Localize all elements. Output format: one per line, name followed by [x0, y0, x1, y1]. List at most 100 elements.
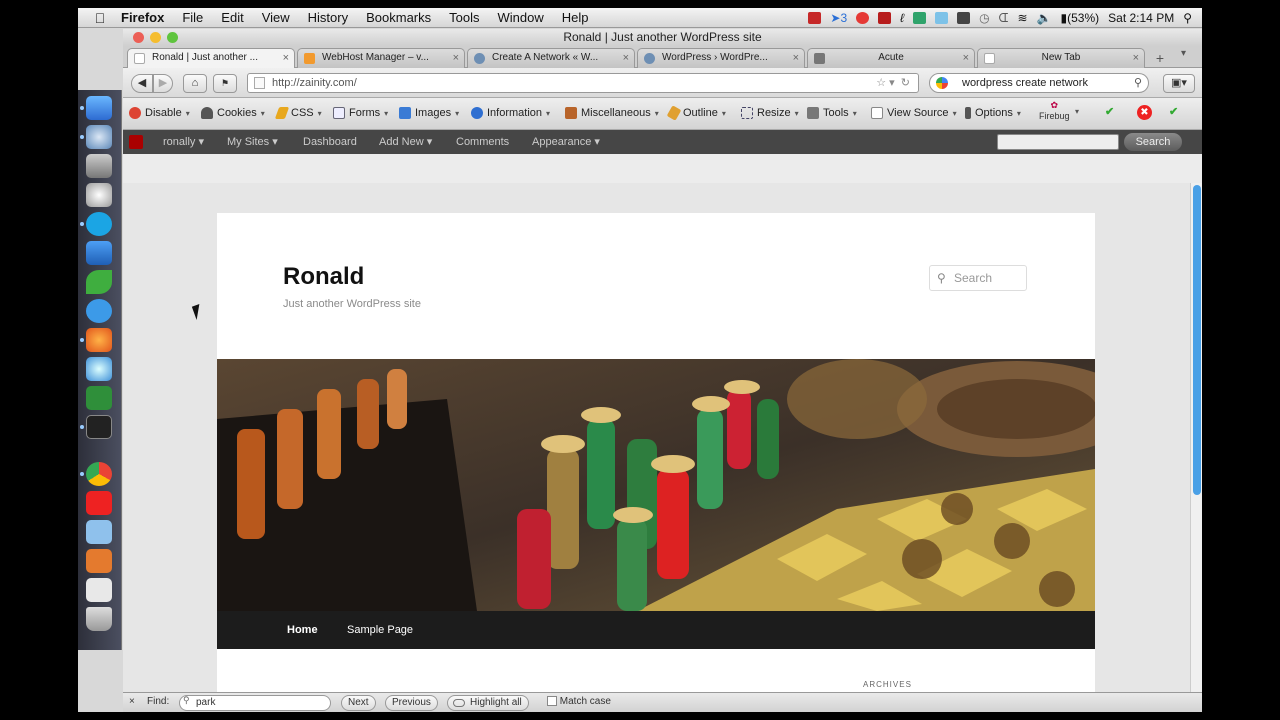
status-bluetooth-icon[interactable]: ᗭ [999, 11, 1009, 26]
forward-button[interactable]: ▶ [153, 74, 173, 93]
js-valid-check-icon[interactable]: ✔ [1169, 105, 1178, 118]
tab-acute[interactable]: Acute × [807, 48, 975, 68]
dock-installer-icon[interactable] [86, 549, 112, 573]
dock-leaf-icon[interactable] [86, 270, 112, 294]
menu-tools[interactable]: Tools [440, 10, 488, 25]
admin-search-input[interactable] [997, 134, 1119, 150]
tab-new-tab[interactable]: New Tab × [977, 48, 1145, 68]
tab-webhost-manager[interactable]: WebHost Manager – v... × [297, 48, 465, 68]
wordpress-logo-icon[interactable] [129, 135, 143, 149]
apple-icon[interactable]:  [88, 10, 112, 26]
site-title[interactable]: Ronald [283, 263, 364, 291]
status-send-icon[interactable]: ➤3 [830, 11, 847, 25]
star-icon[interactable]: ☆ [876, 77, 886, 89]
dock-preferences-icon[interactable] [86, 154, 112, 178]
tab-ronald[interactable]: Ronald | Just another ... × [127, 48, 295, 68]
status-pdf-icon[interactable] [878, 12, 892, 24]
wd-miscellaneous-menu[interactable]: Miscellaneous ▾ [565, 107, 659, 119]
tab-create-network[interactable]: Create A Network « W... × [467, 48, 635, 68]
list-all-tabs-icon[interactable]: ▾ [1181, 48, 1186, 59]
match-case-checkbox[interactable]: Match case [547, 695, 611, 711]
close-window-button[interactable] [133, 32, 144, 43]
admin-my-sites-menu[interactable]: My Sites ▾ [227, 130, 278, 154]
status-timemachine-icon[interactable]: ◷ [979, 11, 989, 25]
dock-trash-icon[interactable] [86, 607, 112, 631]
menu-app-name[interactable]: Firefox [112, 10, 173, 25]
nav-home-link[interactable]: Home [287, 611, 318, 649]
wd-cookies-menu[interactable]: Cookies ▾ [201, 107, 265, 119]
status-record-icon[interactable] [856, 12, 870, 24]
menu-view[interactable]: View [253, 10, 299, 25]
new-tab-button[interactable]: + [1151, 50, 1169, 66]
close-find-bar-icon[interactable]: × [129, 695, 135, 711]
dock-chat-icon[interactable] [86, 299, 112, 323]
firebug-button[interactable]: ✿ Firebug [1039, 100, 1070, 121]
bookmark-page-button[interactable]: ⚑ [213, 74, 237, 93]
dock-terminal-icon[interactable] [86, 415, 112, 439]
dock-network-icon[interactable] [86, 125, 112, 149]
css-valid-check-icon[interactable]: ✔ [1105, 105, 1114, 118]
admin-dashboard-link[interactable]: Dashboard [303, 130, 357, 154]
admin-user-menu[interactable]: ronally ▾ [163, 130, 204, 154]
history-dropdown-icon[interactable]: ▾ [889, 77, 895, 89]
menu-history[interactable]: History [299, 10, 357, 25]
web-search-field[interactable]: wordpress create network ⚲ [929, 73, 1149, 93]
sidebar-menu-button[interactable]: ▣▾ [1163, 74, 1195, 93]
google-engine-icon[interactable] [936, 77, 948, 89]
wd-tools-menu[interactable]: Tools ▾ [807, 107, 857, 119]
wd-disable-menu[interactable]: Disable ▾ [129, 107, 190, 119]
status-volume-icon[interactable]: 🔈 [1037, 11, 1052, 25]
html-error-icon[interactable]: ✖ [1137, 105, 1152, 120]
dock-finder-icon[interactable] [86, 96, 112, 120]
wd-options-menu[interactable]: Options ▾ [965, 107, 1021, 119]
close-tab-icon[interactable]: × [283, 49, 289, 67]
nav-sample-page-link[interactable]: Sample Page [347, 611, 413, 649]
home-button[interactable]: ⌂ [183, 74, 207, 93]
firebug-dropdown-icon[interactable]: ▾ [1075, 107, 1079, 116]
menu-help[interactable]: Help [553, 10, 598, 25]
spotlight-search-icon[interactable]: ⚲ [1183, 11, 1192, 25]
dock-utility-icon[interactable] [86, 183, 112, 207]
dock-firefox-icon[interactable] [86, 328, 112, 352]
dock-skype-icon[interactable] [86, 212, 112, 236]
close-tab-icon[interactable]: × [793, 49, 799, 67]
status-clock[interactable]: Sat 2:14 PM [1108, 11, 1174, 25]
close-tab-icon[interactable]: × [623, 49, 629, 67]
back-button[interactable]: ◀ [131, 74, 153, 93]
menu-window[interactable]: Window [489, 10, 553, 25]
close-tab-icon[interactable]: × [963, 49, 969, 67]
dock-chrome-icon[interactable] [86, 462, 112, 486]
admin-comments-link[interactable]: Comments [456, 130, 509, 154]
search-icon[interactable]: ⚲ [1134, 74, 1142, 92]
status-display-icon[interactable] [957, 12, 971, 24]
menu-edit[interactable]: Edit [212, 10, 252, 25]
find-next-button[interactable]: Next [341, 695, 376, 711]
wd-forms-menu[interactable]: Forms ▾ [333, 107, 388, 119]
admin-appearance-menu[interactable]: Appearance ▾ [532, 130, 600, 154]
wd-resize-menu[interactable]: Resize ▾ [741, 107, 799, 119]
minimize-window-button[interactable] [150, 32, 161, 43]
status-battery-icon[interactable]: ▮(53%) [1061, 11, 1100, 25]
reload-icon[interactable]: ↻ [901, 77, 910, 89]
status-app-icon[interactable] [808, 12, 822, 24]
vertical-scrollbar[interactable] [1190, 183, 1202, 692]
status-script-icon[interactable]: ℓ [900, 11, 904, 25]
dock-money-icon[interactable] [86, 386, 112, 410]
url-bar[interactable]: http://zainity.com/ ☆ ▾ ↻ [247, 73, 919, 93]
zoom-window-button[interactable] [167, 32, 178, 43]
status-wifi-icon[interactable]: ≋ [1018, 11, 1028, 25]
scrollbar-thumb[interactable] [1193, 185, 1201, 495]
dock-send-icon[interactable] [86, 241, 112, 265]
wd-information-menu[interactable]: Information ▾ [471, 107, 550, 119]
admin-add-new-menu[interactable]: Add New ▾ [379, 130, 432, 154]
wd-outline-menu[interactable]: Outline ▾ [666, 105, 726, 121]
wd-view-source-menu[interactable]: View Source ▾ [871, 107, 957, 119]
close-tab-icon[interactable]: × [453, 49, 459, 67]
status-evernote-icon[interactable] [913, 12, 927, 24]
admin-search-button[interactable]: Search [1124, 133, 1182, 151]
page-identity-icon[interactable] [254, 77, 265, 89]
dock-pdf-icon[interactable] [86, 491, 112, 515]
find-input[interactable]: park [179, 695, 331, 711]
dock-folder-icon[interactable] [86, 520, 112, 544]
dock-safari-icon[interactable] [86, 357, 112, 381]
